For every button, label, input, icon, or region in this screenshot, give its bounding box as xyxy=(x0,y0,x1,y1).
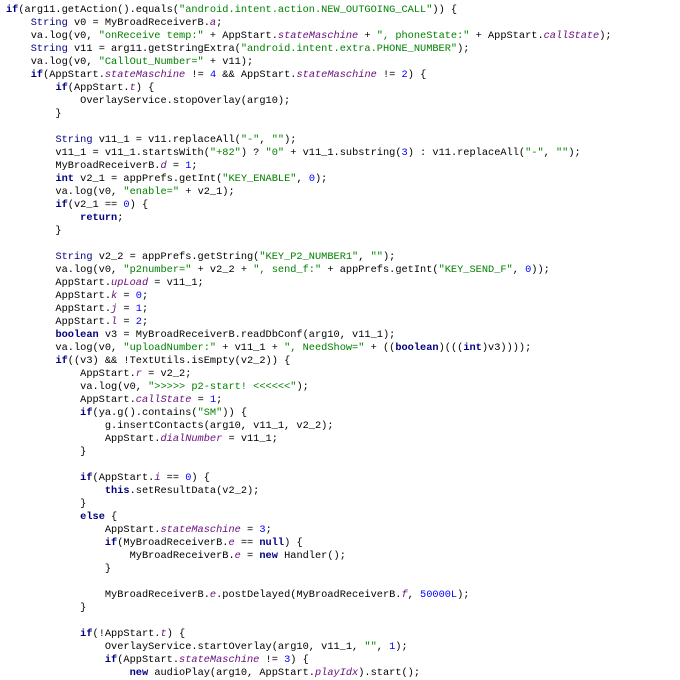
code-block: if(arg11.getAction().equals("android.int… xyxy=(0,0,680,680)
